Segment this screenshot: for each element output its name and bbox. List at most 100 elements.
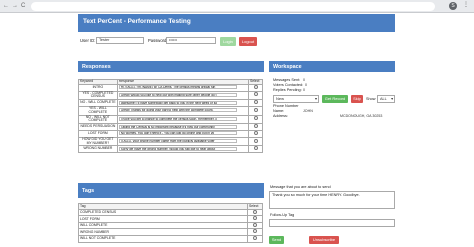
phone-number-label: Phone Number bbox=[273, 104, 299, 108]
select-cell bbox=[248, 136, 263, 147]
get-record-button[interactable]: Get Record bbox=[322, 95, 348, 103]
select-radio[interactable] bbox=[253, 107, 258, 112]
messages-sent-value: 0 bbox=[303, 78, 305, 82]
response-cell bbox=[116, 83, 250, 92]
unsubscribe-button[interactable]: Unsubscribe bbox=[309, 236, 339, 244]
app-title: Text PerCent - Performance Testing bbox=[83, 18, 191, 25]
responses-table: Keyword Response Select INTRO YES - COMP… bbox=[78, 79, 263, 154]
replies-pending-value: 0 bbox=[303, 88, 305, 92]
select-radio[interactable] bbox=[253, 146, 258, 151]
select-radio[interactable] bbox=[253, 229, 257, 234]
messages-sent-label: Messages Sent: bbox=[273, 78, 301, 82]
table-row[interactable]: COMPLETED CENSUS bbox=[77, 208, 263, 217]
message-textarea[interactable]: Thank you so much for your time HENRY. G… bbox=[269, 191, 395, 209]
response-text-input[interactable] bbox=[118, 124, 237, 129]
skip-button[interactable]: Skip bbox=[351, 95, 363, 103]
send-button[interactable]: Send bbox=[269, 236, 284, 244]
select-radio[interactable] bbox=[253, 124, 258, 129]
response-cell bbox=[116, 106, 250, 116]
userid-label: User ID: bbox=[80, 38, 96, 43]
message-label: Message that you are about to send bbox=[270, 185, 331, 189]
reload-icon[interactable]: C bbox=[21, 3, 25, 9]
select-radio[interactable] bbox=[253, 84, 258, 89]
keyword-cell: YES - COMPLETED CENSUS bbox=[78, 90, 118, 101]
status-select-value: New bbox=[276, 96, 285, 101]
voters-contacted-label: Voters Contacted: bbox=[273, 83, 304, 87]
keyword-cell: NEEDS PERSUASION bbox=[78, 123, 118, 131]
address-label: Address: bbox=[273, 114, 288, 118]
kebab-menu-icon[interactable]: ⋮ bbox=[463, 2, 469, 9]
tags-title: Tags bbox=[82, 188, 95, 194]
app-header: Text PerCent - Performance Testing bbox=[78, 14, 395, 32]
keyword-cell: WRONG NUMBER bbox=[78, 145, 118, 154]
response-cell bbox=[116, 114, 250, 125]
select-cell bbox=[247, 228, 263, 236]
select-cell bbox=[248, 123, 263, 131]
select-radio[interactable] bbox=[253, 216, 257, 221]
password-label: Password bbox=[148, 38, 167, 43]
table-row[interactable]: NO - WILL NOT COMPLETE bbox=[78, 114, 263, 125]
response-cell bbox=[116, 123, 250, 131]
voters-contacted-value: 0 bbox=[305, 83, 307, 87]
response-text-input[interactable] bbox=[118, 139, 237, 144]
table-row[interactable]: WILL NOT COMPLETE bbox=[77, 234, 263, 243]
response-text-input[interactable] bbox=[118, 116, 237, 121]
table-row[interactable]: LOST FORM bbox=[77, 215, 263, 223]
password-field[interactable]: •••••• bbox=[166, 37, 216, 44]
workspace-header: Workspace bbox=[269, 61, 395, 72]
response-text-input[interactable] bbox=[118, 108, 237, 113]
show-select[interactable]: ALL ▾ bbox=[377, 95, 395, 103]
keyword-cell: NO - WILL NOT COMPLETE bbox=[78, 114, 118, 125]
chevron-down-icon: ▾ bbox=[391, 97, 393, 101]
response-text-input[interactable] bbox=[118, 146, 237, 151]
select-radio[interactable] bbox=[253, 92, 258, 97]
tag-cell: COMPLETED CENSUS bbox=[77, 208, 249, 217]
forward-icon[interactable]: → bbox=[12, 3, 18, 9]
logout-button[interactable]: Logout bbox=[239, 37, 257, 46]
followup-tag-input[interactable] bbox=[269, 219, 395, 227]
table-row[interactable]: HOW DID YOU GET MY NUMBER? bbox=[78, 136, 263, 147]
replies-pending-label: Replies Pending: bbox=[273, 88, 302, 92]
profile-avatar[interactable]: S bbox=[449, 2, 457, 10]
table-row[interactable]: YES - COMPLETED CENSUS bbox=[78, 90, 263, 101]
show-select-value: ALL bbox=[380, 97, 387, 101]
select-cell bbox=[247, 208, 263, 217]
table-row[interactable]: WRONG NUMBER bbox=[78, 145, 263, 154]
response-text-input[interactable] bbox=[118, 92, 237, 97]
tags-header: Tags bbox=[78, 183, 264, 198]
name-value: JOHN bbox=[303, 109, 313, 113]
select-cell bbox=[248, 129, 263, 138]
select-radio[interactable] bbox=[253, 130, 258, 135]
select-radio[interactable] bbox=[253, 235, 257, 240]
select-radio[interactable] bbox=[253, 222, 257, 227]
tag-cell: WILL NOT COMPLETE bbox=[77, 234, 249, 243]
workspace-title: Workspace bbox=[273, 64, 302, 70]
select-radio[interactable] bbox=[253, 100, 258, 105]
response-cell bbox=[116, 145, 250, 154]
select-radio[interactable] bbox=[253, 209, 257, 214]
response-text-input[interactable] bbox=[118, 131, 237, 136]
select-radio[interactable] bbox=[253, 138, 258, 143]
responses-title: Responses bbox=[82, 64, 111, 70]
address-bar[interactable] bbox=[31, 2, 435, 11]
response-cell bbox=[116, 136, 250, 147]
table-row[interactable]: NEEDS PERSUASION bbox=[78, 123, 263, 131]
name-label: Name: bbox=[273, 109, 285, 113]
select-cell bbox=[247, 234, 263, 243]
table-row[interactable]: YES - WILL COMPLETE bbox=[78, 106, 263, 116]
response-text-input[interactable] bbox=[118, 100, 237, 105]
back-icon[interactable]: ← bbox=[3, 3, 9, 9]
table-row[interactable]: WILL COMPLETE bbox=[77, 221, 263, 230]
response-cell bbox=[116, 90, 250, 101]
response-cell bbox=[116, 99, 250, 107]
chevron-down-icon: ▾ bbox=[314, 96, 317, 101]
response-text-input[interactable] bbox=[118, 85, 237, 90]
table-row[interactable]: WRONG NUMBER bbox=[77, 228, 263, 236]
tags-table: Tag Select COMPLETED CENSUS LOST FORM WI… bbox=[77, 203, 263, 243]
status-select[interactable]: New ▾ bbox=[273, 95, 319, 103]
login-button[interactable]: Login bbox=[220, 37, 236, 46]
browser-toolbar: ← → C S ⋮ bbox=[0, 0, 474, 13]
responses-header: Responses bbox=[78, 61, 264, 72]
userid-field[interactable]: Tester bbox=[96, 37, 144, 44]
select-radio[interactable] bbox=[253, 116, 258, 121]
